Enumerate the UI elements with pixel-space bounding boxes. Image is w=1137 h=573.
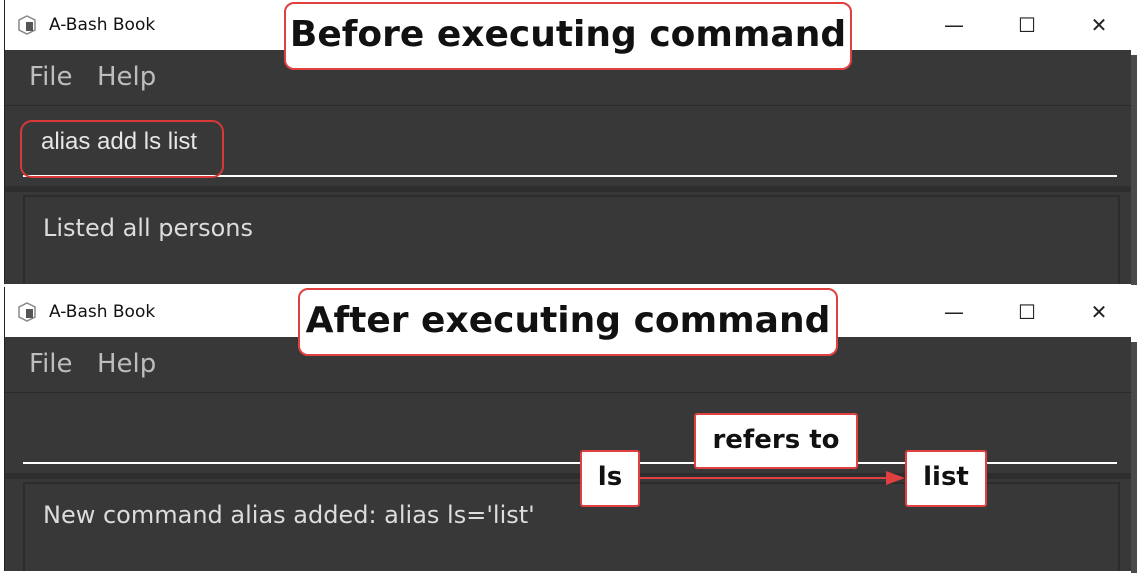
menu-help[interactable]: Help <box>97 62 156 92</box>
before-callout: Before executing command <box>284 2 852 70</box>
target-label: list <box>905 450 987 507</box>
divider <box>5 186 1131 192</box>
result-display: Listed all persons <box>23 195 1120 284</box>
minimize-button[interactable]: — <box>939 10 969 40</box>
command-input[interactable] <box>41 415 1041 443</box>
menu-help[interactable]: Help <box>97 349 156 379</box>
arrow-icon <box>638 471 905 485</box>
menu-file[interactable]: File <box>29 349 73 379</box>
maximize-button[interactable]: ☐ <box>1012 297 1042 327</box>
close-button[interactable]: ✕ <box>1084 297 1114 327</box>
scrollbar[interactable] <box>1131 55 1137 285</box>
window-title: A-Bash Book <box>49 302 156 322</box>
menu-file[interactable]: File <box>29 62 73 92</box>
close-button[interactable]: ✕ <box>1084 10 1114 40</box>
result-text: Listed all persons <box>43 214 254 242</box>
minimize-button[interactable]: — <box>939 297 969 327</box>
app-icon <box>18 15 36 35</box>
scrollbar[interactable] <box>1131 342 1137 573</box>
maximize-button[interactable]: ☐ <box>1012 10 1042 40</box>
window-title: A-Bash Book <box>49 15 156 35</box>
input-highlight <box>20 120 224 178</box>
refers-to-label: refers to <box>694 413 858 469</box>
after-callout: After executing command <box>298 288 838 356</box>
app-icon <box>18 302 36 322</box>
alias-label: ls <box>580 450 640 507</box>
result-text: New command alias added: alias ls='list' <box>43 501 535 529</box>
